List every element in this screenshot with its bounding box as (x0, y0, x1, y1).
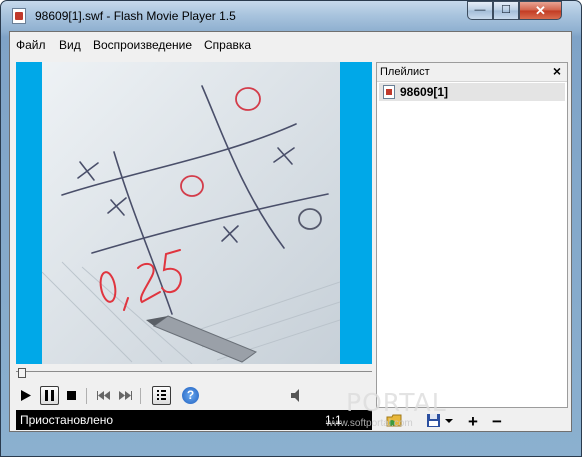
seek-track (16, 371, 372, 372)
pause-button[interactable] (40, 386, 59, 405)
help-button[interactable]: ? (182, 387, 199, 404)
menu-bar: Файл Вид Воспроизведение Справка (10, 32, 571, 58)
previous-icon (97, 391, 110, 400)
play-icon (21, 390, 31, 401)
playlist-toggle-button[interactable] (152, 386, 171, 405)
minimize-button[interactable]: — (467, 1, 493, 20)
playlist-header: Плейлист × (377, 63, 567, 82)
watermark-url: www.softportal.com (326, 418, 413, 429)
seek-bar[interactable] (16, 368, 372, 380)
playlist-item-label: 98609[1] (400, 85, 449, 99)
previous-button[interactable] (94, 386, 113, 405)
softportal-watermark: PORTAL www.softportal.com (286, 386, 486, 436)
video-frame (42, 62, 340, 364)
client-area: Файл Вид Воспроизведение Справка ? Приос… (9, 31, 572, 432)
watermark-logo-text: PORTAL (346, 388, 447, 417)
list-icon (157, 390, 166, 400)
stop-icon (67, 391, 76, 400)
flash-file-icon (383, 85, 395, 99)
next-icon (119, 391, 132, 400)
pause-icon (45, 390, 54, 401)
menu-file[interactable]: Файл (16, 38, 46, 52)
video-display[interactable] (16, 62, 372, 364)
playlist-item[interactable]: 98609[1] (379, 83, 565, 101)
app-icon[interactable] (12, 8, 26, 24)
remove-item-button[interactable]: − (492, 412, 509, 431)
stop-button[interactable] (62, 386, 81, 405)
menu-view[interactable]: Вид (59, 38, 81, 52)
app-window: 98609[1].swf - Flash Movie Player 1.5 — … (0, 0, 582, 457)
title-bar[interactable]: 98609[1].swf - Flash Movie Player 1.5 — … (1, 1, 581, 31)
menu-help[interactable]: Справка (204, 38, 251, 52)
menu-playback[interactable]: Воспроизведение (93, 38, 192, 52)
seek-thumb[interactable] (18, 368, 26, 378)
maximize-button[interactable]: ☐ (493, 1, 519, 20)
play-button[interactable] (16, 386, 35, 405)
playlist-close-button[interactable]: × (553, 63, 561, 79)
minus-icon: − (492, 412, 502, 431)
playlist-title: Плейлист (380, 66, 430, 78)
close-button[interactable]: ✕ (519, 1, 562, 20)
window-title: 98609[1].swf - Flash Movie Player 1.5 (35, 9, 236, 23)
next-button[interactable] (116, 386, 135, 405)
status-text: Приостановлено (20, 413, 114, 427)
video-drawing (42, 62, 340, 364)
separator (86, 388, 87, 404)
separator (140, 388, 141, 404)
playlist-panel: Плейлист × 98609[1] (376, 62, 568, 408)
